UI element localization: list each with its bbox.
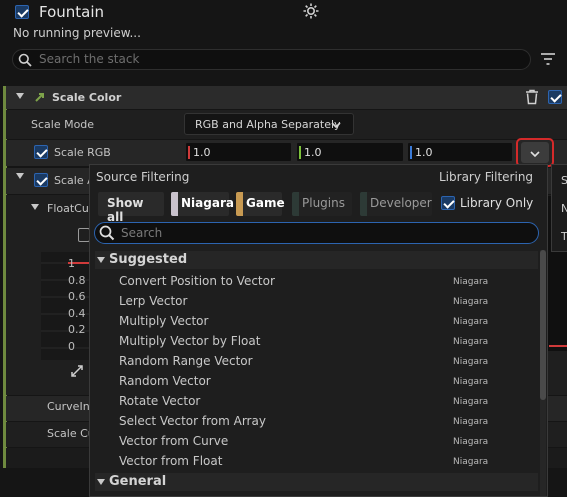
filter-game-label: Game — [246, 196, 285, 210]
filter-show-all[interactable]: Show all — [98, 192, 164, 224]
collapse-arrow-icon[interactable] — [97, 257, 105, 263]
input-option-item[interactable]: T — [561, 230, 567, 243]
action-item[interactable]: Random Range Vector — [119, 354, 253, 368]
filter-developer[interactable]: Developer — [360, 192, 432, 216]
filter-plugins[interactable]: Plugins — [292, 192, 352, 216]
scale-rgb-g-value: 1.0 — [304, 146, 322, 159]
module-enable-checkbox[interactable] — [548, 90, 562, 104]
collapse-arrow-icon[interactable] — [97, 479, 105, 485]
emitter-title: Fountain — [39, 3, 105, 21]
section-title: General — [109, 474, 167, 489]
developer-color-chip — [360, 192, 367, 216]
input-options-popup: S N T — [551, 164, 567, 252]
filter-niagara[interactable]: Niagara — [171, 192, 234, 216]
search-icon — [18, 53, 32, 67]
float-curve-label: FloatCur — [47, 202, 94, 215]
action-item[interactable]: Multiply Vector — [119, 314, 208, 328]
curve-y-tick: 0.8 — [68, 274, 86, 287]
filter-game[interactable]: Game — [236, 192, 285, 216]
action-item[interactable]: Rotate Vector — [119, 394, 200, 408]
curve-y-tick: 0.4 — [68, 307, 86, 320]
scale-rgb-g-input[interactable]: 1.0 — [296, 142, 404, 162]
scale-alpha-checkbox[interactable] — [34, 173, 48, 187]
action-source: Niagara — [453, 377, 489, 387]
action-item[interactable]: Vector from Curve — [119, 434, 228, 448]
action-source: Niagara — [453, 317, 489, 327]
scale-mode-label: Scale Mode — [31, 118, 95, 131]
curve-y-tick: 0 — [68, 340, 75, 353]
input-option-item[interactable]: N — [561, 202, 567, 215]
scale-rgb-r-input[interactable]: 1.0 — [185, 142, 292, 162]
scale-rgb-label: Scale RGB — [54, 146, 111, 159]
action-item[interactable]: Random Vector — [119, 374, 211, 388]
scale-curve-label: Scale Cu — [47, 427, 95, 440]
action-item[interactable]: Lerp Vector — [119, 294, 187, 308]
filter-icon[interactable] — [540, 52, 556, 66]
niagara-color-chip — [171, 192, 178, 216]
menu-scrollbar-thumb[interactable] — [540, 250, 546, 400]
library-only-checkbox[interactable] — [441, 196, 455, 210]
chevron-down-icon — [331, 119, 341, 129]
menu-search-input[interactable]: Search — [94, 222, 539, 244]
scale-rgb-r-value: 1.0 — [193, 146, 211, 159]
action-source: Niagara — [453, 417, 489, 427]
stack-search-placeholder: Search the stack — [39, 52, 140, 66]
curve-line-edge — [549, 345, 567, 347]
library-only-label: Library Only — [460, 196, 534, 210]
expand-icon[interactable] — [70, 364, 84, 378]
action-source: Niagara — [453, 457, 489, 467]
menu-search-placeholder: Search — [121, 226, 163, 240]
green-channel-marker — [299, 146, 301, 159]
game-color-chip — [236, 192, 243, 216]
curve-y-tick: 0.2 — [68, 323, 86, 336]
scale-rgb-b-value: 1.0 — [415, 146, 433, 159]
stack-search-input[interactable]: Search the stack — [12, 49, 531, 70]
collapse-arrow-icon[interactable] — [31, 204, 39, 210]
input-options-dropdown-button[interactable] — [521, 142, 549, 163]
collapse-arrow-icon[interactable] — [16, 173, 24, 179]
filter-developer-label: Developer — [370, 196, 432, 210]
red-channel-marker — [188, 146, 190, 159]
action-source: Niagara — [453, 337, 489, 347]
action-item[interactable]: Vector from Float — [119, 454, 222, 468]
input-option-item[interactable]: S — [561, 174, 567, 187]
scale-mode-dropdown[interactable]: RGB and Alpha Separately — [184, 113, 354, 135]
gear-icon[interactable] — [302, 2, 320, 20]
emitter-enable-checkbox[interactable] — [15, 5, 29, 19]
action-source: Niagara — [453, 437, 489, 447]
section-title: Suggested — [109, 252, 188, 267]
action-source: Niagara — [453, 297, 489, 307]
filter-niagara-label: Niagara — [181, 196, 234, 210]
action-item[interactable]: Multiply Vector by Float — [119, 334, 260, 348]
chevron-down-icon — [530, 148, 540, 158]
action-source: Niagara — [453, 397, 489, 407]
curve-y-tick: 1 — [68, 257, 75, 270]
menu-scrollbar-track[interactable] — [540, 250, 546, 496]
library-filtering-label: Library Filtering — [439, 170, 534, 184]
filter-plugins-label: Plugins — [302, 196, 345, 210]
scale-rgb-checkbox[interactable] — [34, 145, 48, 159]
plugins-color-chip — [292, 192, 299, 216]
module-title: Scale Color — [52, 91, 122, 104]
action-item[interactable]: Convert Position to Vector — [119, 274, 275, 288]
action-source: Niagara — [453, 277, 489, 287]
search-icon — [99, 225, 115, 241]
action-item[interactable]: Select Vector from Array — [119, 414, 266, 428]
scale-rgb-b-input[interactable]: 1.0 — [407, 142, 513, 162]
blue-channel-marker — [410, 146, 412, 159]
module-type-icon — [34, 91, 46, 103]
preview-status: No running preview... — [13, 26, 141, 40]
scale-mode-value: RGB and Alpha Separately — [195, 118, 341, 131]
curve-y-tick: 0.6 — [68, 290, 86, 303]
curve-graph-area — [41, 252, 91, 360]
collapse-arrow-icon[interactable] — [16, 93, 24, 99]
action-source: Niagara — [453, 357, 489, 367]
trash-icon[interactable] — [525, 89, 539, 105]
source-filtering-label: Source Filtering — [96, 170, 190, 184]
